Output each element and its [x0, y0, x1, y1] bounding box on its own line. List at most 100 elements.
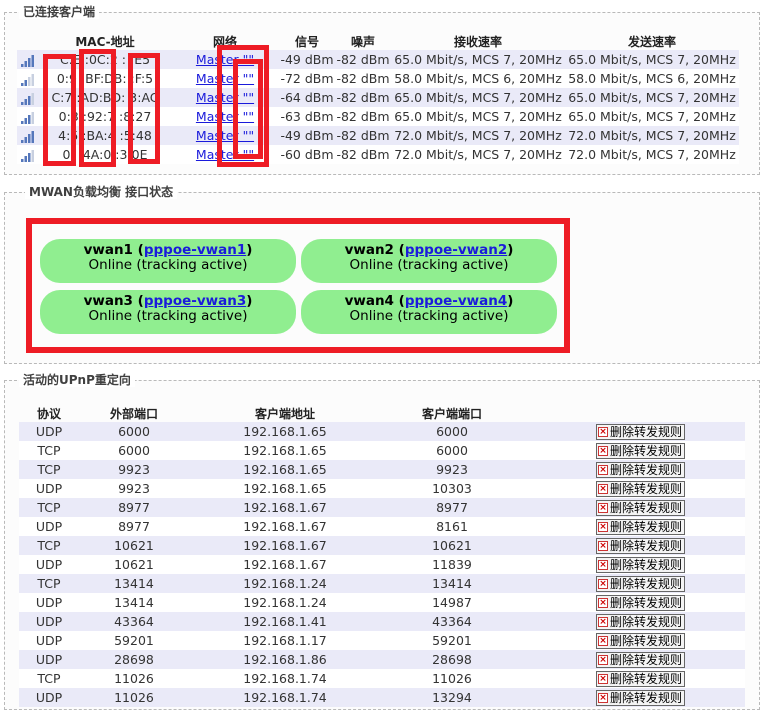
mac-cell: C:E :0C:2 : :E5	[39, 50, 171, 69]
noise-cell: -82 dBm	[335, 145, 391, 164]
network-link[interactable]: Master ""	[196, 109, 254, 124]
client-port-cell: 13294	[381, 688, 523, 707]
action-cell: × 删除转发规则	[523, 479, 745, 498]
wan-status-text: Online (tracking active)	[349, 257, 509, 273]
tx-rate-header: 发送速率	[627, 35, 676, 49]
delete-rule-button[interactable]: × 删除转发规则	[595, 632, 685, 649]
delete-rule-button[interactable]: × 删除转发规则	[595, 651, 685, 668]
delete-rule-label: 删除转发规则	[609, 614, 682, 629]
action-cell: × 删除转发规则	[523, 441, 745, 460]
client-address-cell: 192.168.1.67	[189, 555, 381, 574]
protocol-cell: UDP	[19, 650, 79, 669]
signal-strength-cell	[17, 50, 39, 69]
client-port-cell: 8161	[381, 517, 523, 536]
client-address-cell: 192.168.1.65	[189, 460, 381, 479]
client-address-cell: 192.168.1.24	[189, 574, 381, 593]
network-link[interactable]: Master ""	[196, 90, 254, 105]
delete-icon: ×	[597, 636, 608, 647]
protocol-cell: TCP	[19, 536, 79, 555]
delete-rule-button[interactable]: × 删除转发规则	[595, 499, 685, 516]
mac-header: MAC-地址	[75, 35, 135, 49]
delete-icon: ×	[597, 446, 608, 457]
network-cell: Master ""	[171, 88, 279, 107]
noise-cell: -82 dBm	[335, 69, 391, 88]
connected-clients-section: 已连接客户端 MAC-地址 网络 信号 噪声 接收速率 发送速率 C:E :0C…	[4, 5, 760, 175]
upnp-redirects-section: 活动的UPnP重定向 协议 外部端口 客户端地址 客户端端口 UDP 6000 19…	[4, 373, 760, 710]
upnp-row: TCP 6000 192.168.1.65 6000 × 删除转发规则	[19, 441, 745, 460]
delete-rule-label: 删除转发规则	[609, 424, 682, 439]
signal-cell: -60 dBm	[279, 145, 335, 164]
delete-rule-button[interactable]: × 删除转发规则	[595, 423, 685, 440]
protocol-cell: TCP	[19, 441, 79, 460]
rx-rate-cell: 72.0 Mbit/s, MCS 7, 20MHz	[391, 126, 565, 145]
tx-rate-cell: 65.0 Mbit/s, MCS 7, 20MHz	[565, 107, 739, 126]
delete-rule-button[interactable]: × 删除转发规则	[595, 518, 685, 535]
delete-rule-button[interactable]: × 删除转发规则	[595, 556, 685, 573]
wan-name: vwan4	[344, 293, 394, 309]
delete-rule-label: 删除转发规则	[609, 652, 682, 667]
action-header	[523, 405, 745, 422]
upnp-row: UDP 8977 192.168.1.67 8161 × 删除转发规则	[19, 517, 745, 536]
noise-cell: -82 dBm	[335, 126, 391, 145]
delete-icon: ×	[597, 427, 608, 438]
delete-rule-button[interactable]: × 删除转发规则	[595, 537, 685, 554]
action-cell: × 删除转发规则	[523, 650, 745, 669]
wan-interface-link[interactable]: pppoe-vwan2	[405, 242, 507, 258]
client-address-cell: 192.168.1.67	[189, 498, 381, 517]
client-address-cell: 192.168.1.24	[189, 593, 381, 612]
client-address-cell: 192.168.1.17	[189, 631, 381, 650]
delete-rule-label: 删除转发规则	[609, 671, 682, 686]
signal-strength-icon	[21, 93, 34, 105]
wan-interface-link[interactable]: pppoe-vwan3	[144, 293, 246, 309]
delete-rule-button[interactable]: × 删除转发规则	[595, 670, 685, 687]
external-port-cell: 11026	[79, 688, 189, 707]
network-link[interactable]: Master ""	[196, 147, 254, 162]
client-port-cell: 14987	[381, 593, 523, 612]
upnp-row: TCP 10621 192.168.1.67 10621 × 删除转发规则	[19, 536, 745, 555]
wan-interface-link[interactable]: pppoe-vwan4	[405, 293, 507, 309]
protocol-cell: UDP	[19, 631, 79, 650]
external-port-cell: 59201	[79, 631, 189, 650]
network-link[interactable]: Master ""	[196, 71, 254, 86]
delete-rule-button[interactable]: × 删除转发规则	[595, 689, 685, 706]
external-port-cell: 8977	[79, 517, 189, 536]
tx-rate-cell: 65.0 Mbit/s, MCS 7, 20MHz	[565, 50, 739, 69]
delete-icon: ×	[597, 484, 608, 495]
mac-cell: 0:3 :92:7 :8:27	[39, 107, 171, 126]
protocol-header: 协议	[36, 407, 61, 421]
external-port-cell: 13414	[79, 593, 189, 612]
action-cell: × 删除转发规则	[523, 593, 745, 612]
delete-icon: ×	[597, 693, 608, 704]
client-port-cell: 6000	[381, 422, 523, 441]
wan-status-vwan2: vwan2 (pppoe-vwan2) Online (tracking act…	[301, 239, 557, 283]
delete-rule-label: 删除转发规则	[609, 500, 682, 515]
delete-icon: ×	[597, 579, 608, 590]
delete-rule-button[interactable]: × 删除转发规则	[595, 575, 685, 592]
clients-header-row: MAC-地址 网络 信号 噪声 接收速率 发送速率	[17, 33, 739, 50]
delete-rule-label: 删除转发规则	[609, 462, 682, 477]
action-cell: × 删除转发规则	[523, 422, 745, 441]
delete-rule-button[interactable]: × 删除转发规则	[595, 480, 685, 497]
wan-name: vwan1	[83, 242, 133, 258]
delete-icon: ×	[597, 560, 608, 571]
protocol-cell: TCP	[19, 574, 79, 593]
delete-rule-button[interactable]: × 删除转发规则	[595, 613, 685, 630]
external-port-cell: 6000	[79, 422, 189, 441]
client-row: 4:5 :BA:4 :5:48 Master "" -49 dBm -82 dBm 72…	[17, 126, 739, 145]
protocol-cell: TCP	[19, 669, 79, 688]
delete-icon: ×	[597, 617, 608, 628]
client-address-cell: 192.168.1.86	[189, 650, 381, 669]
wan-status-vwan4: vwan4 (pppoe-vwan4) Online (tracking act…	[301, 290, 557, 334]
connected-clients-legend: 已连接客户端	[19, 5, 100, 19]
network-link[interactable]: Master ""	[196, 128, 254, 143]
network-link[interactable]: Master ""	[196, 52, 254, 67]
delete-rule-button[interactable]: × 删除转发规则	[595, 442, 685, 459]
wan-interface-link[interactable]: pppoe-vwan1	[144, 242, 246, 258]
delete-rule-button[interactable]: × 删除转发规则	[595, 461, 685, 478]
action-cell: × 删除转发规则	[523, 517, 745, 536]
signal-cell: -63 dBm	[279, 107, 335, 126]
clients-table: MAC-地址 网络 信号 噪声 接收速率 发送速率 C:E :0C:2 : :E…	[17, 33, 739, 164]
signal-icon-header	[17, 33, 39, 50]
action-cell: × 删除转发规则	[523, 536, 745, 555]
delete-rule-button[interactable]: × 删除转发规则	[595, 594, 685, 611]
